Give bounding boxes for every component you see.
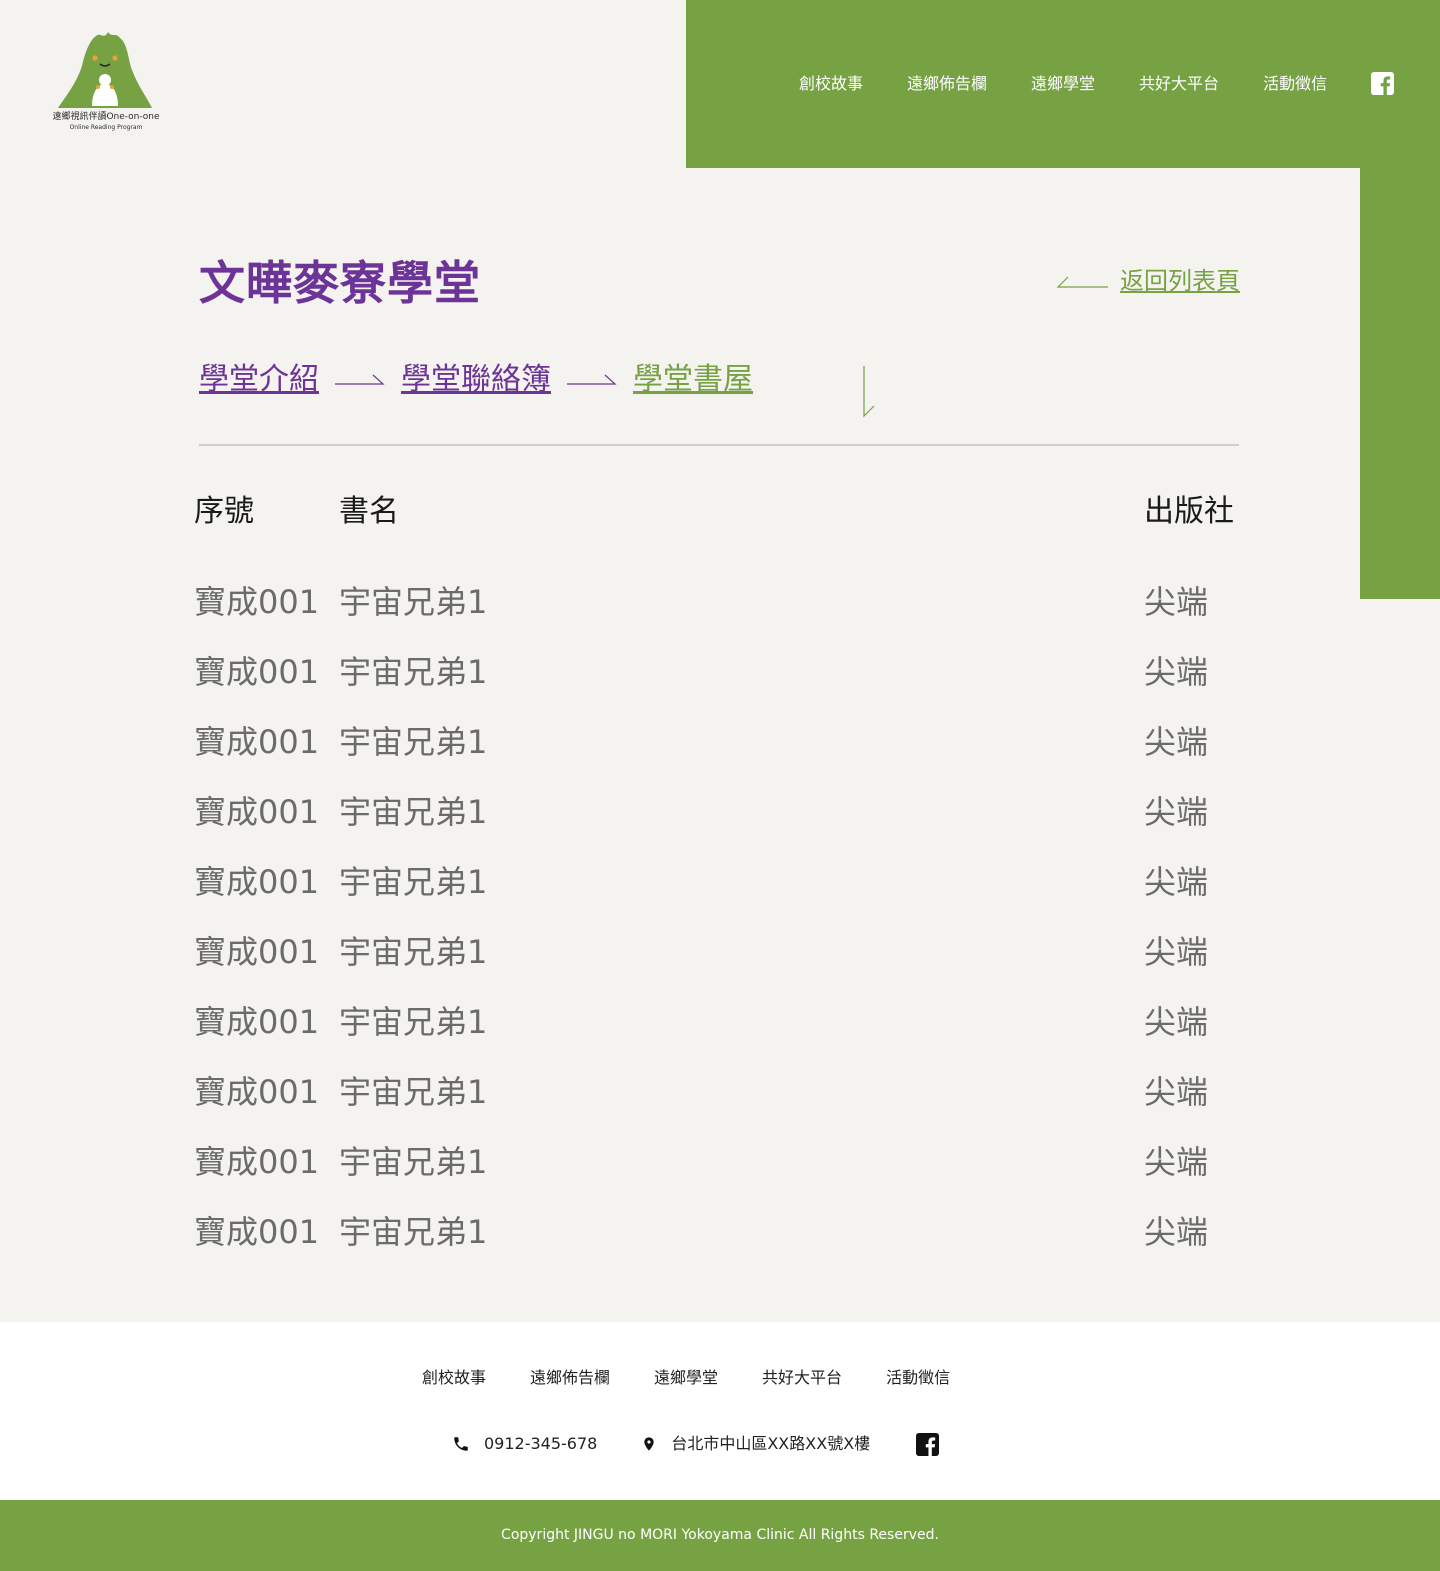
footer-nav-donation-report[interactable]: 活動徵信	[886, 1366, 950, 1390]
title-cell: 宇宙兄弟1	[339, 933, 488, 971]
address-text: 台北市中山區XX路XX號X樓	[671, 1434, 871, 1453]
title-cell: 宇宙兄弟1	[339, 1143, 488, 1181]
serial-cell: 寶成001	[194, 653, 320, 691]
tab-school-intro[interactable]: 學堂介紹	[199, 360, 319, 400]
nav-item-platform[interactable]: 共好大平台	[1139, 72, 1219, 96]
logo-name: 遠鄉視訊伴讀One-on-one	[52, 112, 160, 122]
table-row: 寶成001 宇宙兄弟1 尖端	[0, 932, 1440, 972]
title-cell: 宇宙兄弟1	[339, 583, 488, 621]
serial-cell: 寶成001	[194, 1003, 320, 1041]
title-cell: 宇宙兄弟1	[339, 1073, 488, 1111]
table-row: 寶成001 宇宙兄弟1 尖端	[0, 582, 1440, 622]
publisher-cell: 尖端	[1144, 1003, 1209, 1041]
copyright-text: Copyright JINGU no MORI Yokoyama Clinic …	[501, 1527, 939, 1543]
publisher-cell: 尖端	[1144, 1213, 1209, 1251]
table-row: 寶成001 宇宙兄弟1 尖端	[0, 652, 1440, 692]
title-cell: 宇宙兄弟1	[339, 863, 488, 901]
column-header-publisher: 出版社	[1144, 494, 1234, 529]
serial-cell: 寶成001	[194, 863, 320, 901]
serial-cell: 寶成001	[194, 1213, 320, 1251]
page-title: 文曄麥寮學堂	[199, 256, 481, 310]
publisher-cell: 尖端	[1144, 723, 1209, 761]
publisher-cell: 尖端	[1144, 793, 1209, 831]
title-cell: 宇宙兄弟1	[339, 1213, 488, 1251]
publisher-cell: 尖端	[1144, 653, 1209, 691]
serial-cell: 寶成001	[194, 933, 320, 971]
title-cell: 宇宙兄弟1	[339, 723, 488, 761]
logo-subtitle: Online Reading Program	[69, 124, 143, 131]
facebook-icon[interactable]	[916, 1432, 940, 1456]
arrow-left-icon	[1056, 276, 1108, 288]
phone-icon	[454, 1437, 468, 1451]
arrow-right-icon	[335, 374, 385, 385]
footer-nav-founding-story[interactable]: 創校故事	[422, 1366, 486, 1390]
logo-text: 遠鄉視訊伴讀One-on-one Online Reading Program	[48, 112, 164, 132]
footer: 創校故事 遠鄉佈告欄 遠鄉學堂 共好大平台 活動徵信 0912-345-678 …	[0, 1322, 1440, 1500]
table-row: 寶成001 宇宙兄弟1 尖端	[0, 862, 1440, 902]
column-header-serial: 序號	[194, 494, 254, 529]
tab-bookstore[interactable]: 學堂書屋	[633, 360, 753, 400]
publisher-cell: 尖端	[1144, 863, 1209, 901]
table-row: 寶成001 宇宙兄弟1 尖端	[0, 1072, 1440, 1112]
nav-item-donation-report[interactable]: 活動徵信	[1263, 72, 1327, 96]
serial-cell: 寶成001	[194, 793, 320, 831]
serial-cell: 寶成001	[194, 1143, 320, 1181]
location-pin-icon	[644, 1437, 655, 1451]
divider	[199, 444, 1239, 446]
back-to-list-label: 返回列表頁	[1120, 267, 1240, 295]
table-row: 寶成001 宇宙兄弟1 尖端	[0, 792, 1440, 832]
arrow-down-icon	[863, 366, 875, 418]
table-row: 寶成001 宇宙兄弟1 尖端	[0, 1002, 1440, 1042]
publisher-cell: 尖端	[1144, 1073, 1209, 1111]
facebook-icon[interactable]	[1371, 72, 1394, 95]
phone-number: 0912-345-678	[484, 1434, 598, 1453]
footer-nav-platform[interactable]: 共好大平台	[762, 1366, 842, 1390]
nav-item-schools[interactable]: 遠鄉學堂	[1031, 72, 1095, 96]
title-cell: 宇宙兄弟1	[339, 1003, 488, 1041]
side-green-band	[1360, 168, 1440, 599]
phone-item[interactable]: 0912-345-678	[452, 1432, 597, 1456]
serial-cell: 寶成001	[194, 583, 320, 621]
title-cell: 宇宙兄弟1	[339, 653, 488, 691]
address-item[interactable]: 台北市中山區XX路XX號X樓	[641, 1432, 870, 1456]
top-nav: 創校故事 遠鄉佈告欄 遠鄉學堂 共好大平台 活動徵信	[799, 72, 1327, 96]
arrow-right-icon	[567, 374, 617, 385]
footer-contact: 0912-345-678 台北市中山區XX路XX號X樓	[452, 1432, 940, 1456]
table-row: 寶成001 宇宙兄弟1 尖端	[0, 1142, 1440, 1182]
table-row: 寶成001 宇宙兄弟1 尖端	[0, 1212, 1440, 1252]
nav-item-bulletin-board[interactable]: 遠鄉佈告欄	[907, 72, 987, 96]
title-cell: 宇宙兄弟1	[339, 793, 488, 831]
footer-nav-bulletin-board[interactable]: 遠鄉佈告欄	[530, 1366, 610, 1390]
column-header-title: 書名	[339, 494, 399, 529]
back-to-list-link[interactable]: 返回列表頁	[1056, 264, 1240, 298]
tab-bar: 學堂介紹 學堂聯絡簿 學堂書屋	[199, 360, 875, 418]
footer-nav: 創校故事 遠鄉佈告欄 遠鄉學堂 共好大平台 活動徵信	[422, 1366, 950, 1390]
serial-cell: 寶成001	[194, 1073, 320, 1111]
tab-contact-book[interactable]: 學堂聯絡簿	[401, 360, 551, 400]
publisher-cell: 尖端	[1144, 933, 1209, 971]
publisher-cell: 尖端	[1144, 583, 1209, 621]
serial-cell: 寶成001	[194, 723, 320, 761]
copyright-bar: Copyright JINGU no MORI Yokoyama Clinic …	[0, 1500, 1440, 1571]
footer-nav-schools[interactable]: 遠鄉學堂	[654, 1366, 718, 1390]
nav-item-founding-story[interactable]: 創校故事	[799, 72, 863, 96]
publisher-cell: 尖端	[1144, 1143, 1209, 1181]
table-row: 寶成001 宇宙兄弟1 尖端	[0, 722, 1440, 762]
